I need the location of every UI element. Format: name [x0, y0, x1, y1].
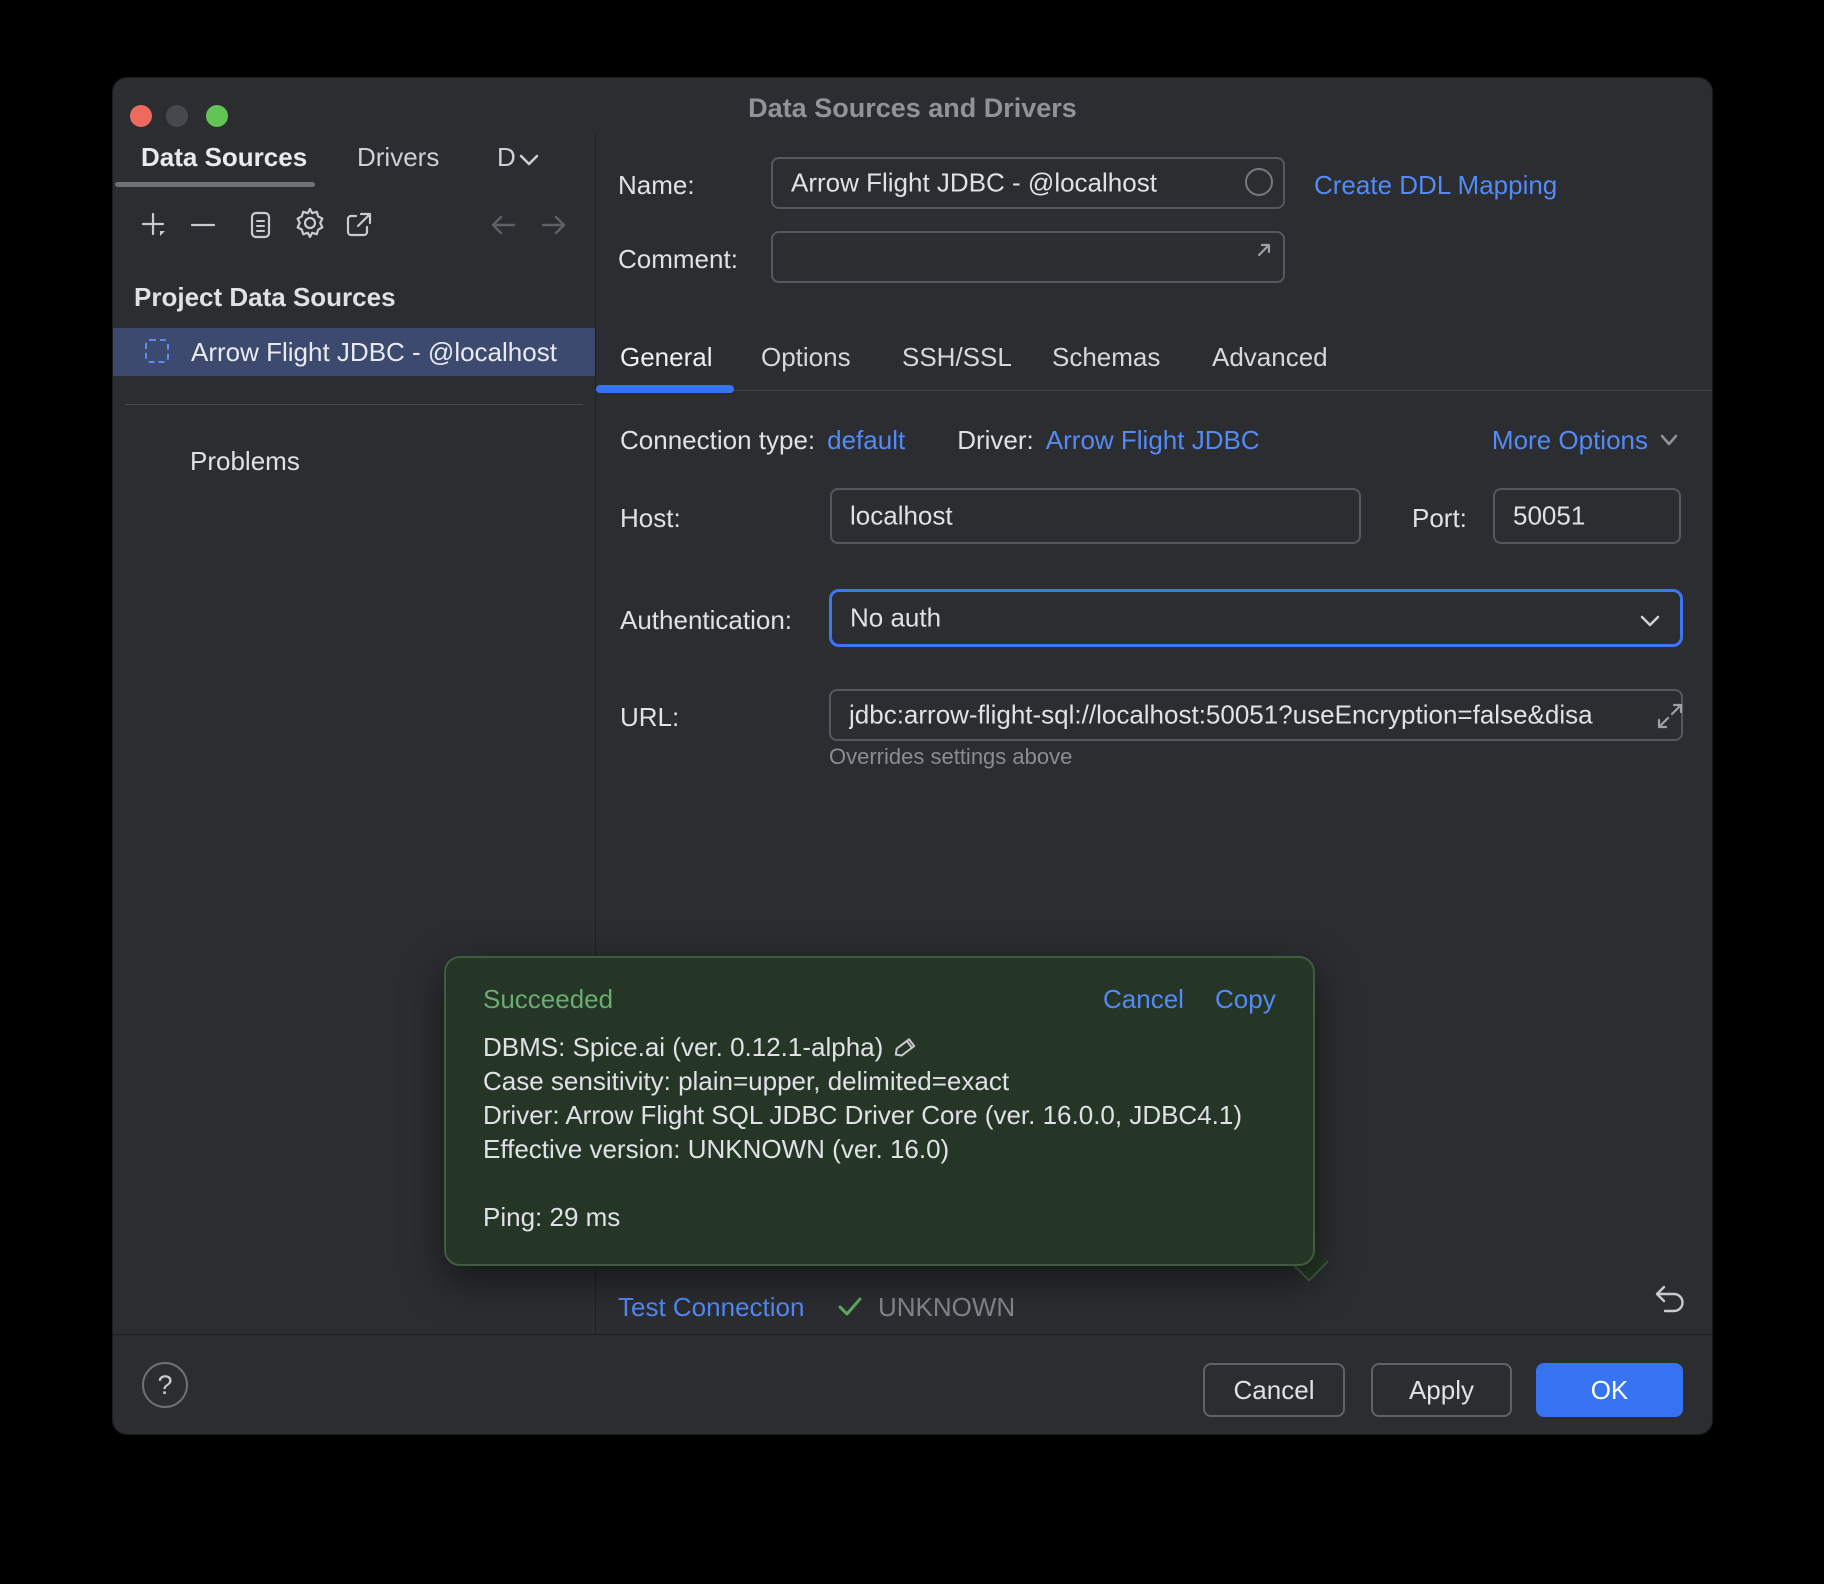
tab-ddl-truncated[interactable]: D: [497, 142, 516, 173]
progress-circle-icon: [1245, 168, 1273, 196]
connection-type-row: Connection type: default Driver: Arrow F…: [620, 425, 1260, 455]
authentication-label: Authentication:: [620, 605, 792, 636]
tab-ssh-ssl[interactable]: SSH/SSL: [902, 342, 1012, 373]
chevron-down-icon: [1638, 613, 1662, 634]
host-input[interactable]: localhost: [830, 488, 1361, 544]
driver-info: Driver: Arrow Flight SQL JDBC Driver Cor…: [483, 1098, 1242, 1132]
expand-icon[interactable]: [1249, 239, 1275, 270]
port-input[interactable]: 50051: [1493, 488, 1681, 544]
chevron-down-icon: [1658, 432, 1680, 448]
name-label: Name:: [618, 170, 695, 201]
test-connection-link[interactable]: Test Connection: [618, 1292, 804, 1322]
name-input[interactable]: Arrow Flight JDBC - @localhost: [771, 157, 1285, 209]
url-note: Overrides settings above: [829, 744, 1072, 770]
problems-item[interactable]: Problems: [190, 446, 300, 477]
data-source-icon: [145, 339, 169, 363]
connection-type-value[interactable]: default: [827, 425, 905, 455]
port-label: Port:: [1412, 503, 1467, 534]
tab-schemas[interactable]: Schemas: [1052, 342, 1160, 373]
popup-details: DBMS: Spice.ai (ver. 0.12.1-alpha) Case …: [483, 1030, 1242, 1234]
ok-button[interactable]: OK: [1536, 1363, 1683, 1417]
connection-type-label: Connection type:: [620, 425, 815, 455]
dbms-info: DBMS: Spice.ai (ver. 0.12.1-alpha): [483, 1030, 883, 1064]
case-sensitivity-info: Case sensitivity: plain=upper, delimited…: [483, 1064, 1242, 1098]
apply-button[interactable]: Apply: [1371, 1363, 1512, 1417]
host-label: Host:: [620, 503, 681, 534]
remove-icon[interactable]: [188, 210, 218, 240]
active-tab-indicator: [596, 385, 734, 393]
sidebar-divider: [125, 404, 583, 405]
footer-divider: [113, 1334, 1712, 1335]
tab-drivers[interactable]: Drivers: [357, 142, 439, 173]
window-title: Data Sources and Drivers: [113, 93, 1712, 124]
export-icon[interactable]: [344, 210, 374, 240]
expand-icon[interactable]: [1655, 701, 1685, 736]
project-data-sources-header: Project Data Sources: [134, 282, 396, 313]
data-source-list-item[interactable]: Arrow Flight JDBC - @localhost: [113, 328, 595, 376]
popup-copy-link[interactable]: Copy: [1215, 984, 1276, 1015]
cancel-button[interactable]: Cancel: [1203, 1363, 1345, 1417]
chevron-down-icon[interactable]: [517, 152, 541, 173]
help-button[interactable]: ?: [142, 1362, 188, 1408]
back-arrow-icon[interactable]: [488, 210, 518, 240]
connection-result: UNKNOWN: [878, 1292, 1015, 1322]
tab-general[interactable]: General: [620, 342, 713, 373]
screen: Data Sources and Drivers Data Sources Dr…: [0, 0, 1824, 1584]
effective-version-info: Effective version: UNKNOWN (ver. 16.0): [483, 1132, 1242, 1166]
tab-options[interactable]: Options: [761, 342, 851, 373]
duplicate-icon[interactable]: [245, 210, 275, 240]
test-connection-popup: Succeeded Cancel Copy DBMS: Spice.ai (ve…: [444, 956, 1315, 1266]
question-mark-icon: ?: [157, 1370, 172, 1401]
ping-info: Ping: 29 ms: [483, 1200, 1242, 1234]
more-options[interactable]: More Options: [1492, 425, 1680, 455]
driver-label: Driver:: [957, 425, 1034, 455]
forward-arrow-icon[interactable]: [539, 210, 569, 240]
tab-data-sources[interactable]: Data Sources: [141, 142, 307, 173]
edit-pencil-icon[interactable]: [893, 1034, 919, 1060]
tab-advanced[interactable]: Advanced: [1212, 342, 1328, 373]
checkmark-icon: [836, 1294, 864, 1325]
data-source-label: Arrow Flight JDBC - @localhost: [191, 337, 557, 368]
url-label: URL:: [620, 702, 679, 733]
create-ddl-mapping-link[interactable]: Create DDL Mapping: [1314, 170, 1557, 200]
authentication-select[interactable]: No auth: [829, 589, 1683, 647]
active-tab-underline: [115, 182, 315, 187]
revert-icon[interactable]: [1653, 1283, 1687, 1322]
titlebar: Data Sources and Drivers: [113, 78, 1712, 136]
status-badge: Succeeded: [483, 984, 613, 1015]
driver-value[interactable]: Arrow Flight JDBC: [1046, 425, 1260, 455]
add-icon[interactable]: [139, 210, 169, 240]
gear-icon[interactable]: [293, 206, 323, 236]
tabs-divider: [595, 390, 1712, 391]
comment-label: Comment:: [618, 244, 738, 275]
popup-cancel-link[interactable]: Cancel: [1103, 984, 1184, 1015]
url-input[interactable]: jdbc:arrow-flight-sql://localhost:50051?…: [829, 689, 1683, 741]
comment-input[interactable]: [771, 231, 1285, 283]
